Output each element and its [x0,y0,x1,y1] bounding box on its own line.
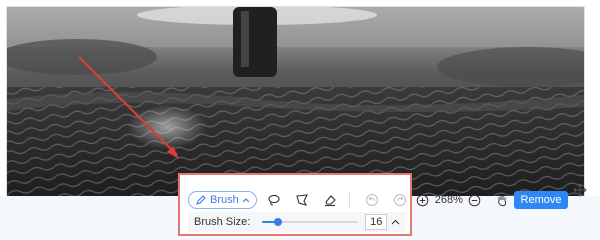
redo-button[interactable] [389,190,411,210]
zoom-out-button[interactable] [467,190,483,210]
brush-size-row: Brush Size: 16 [188,212,406,232]
lasso-button[interactable] [263,190,285,210]
beach-photo [7,7,584,197]
polygon-lasso-icon [296,194,308,206]
brush-icon [196,195,206,205]
hand-tool-button[interactable] [491,190,513,210]
zoom-level: 268% [434,194,463,206]
brush-label: Brush [210,194,239,206]
undo-icon [365,194,378,206]
brush-size-slider[interactable] [262,216,359,228]
slider-thumb[interactable] [273,218,282,226]
eraser-button[interactable] [319,190,341,210]
move-icon[interactable] [573,183,587,197]
zoom-in-button[interactable] [415,190,431,210]
brush-size-value[interactable]: 16 [365,214,388,230]
undo-button[interactable] [361,190,383,210]
chevron-up-icon [391,219,400,225]
brush-size-caret[interactable] [391,219,400,225]
eraser-icon [324,195,336,207]
toolbar-divider [348,193,350,207]
brush-size-label: Brush Size: [194,216,251,228]
image-canvas[interactable] [6,6,585,198]
polygon-lasso-button[interactable] [291,190,313,210]
lasso-icon [268,194,280,206]
chevron-up-icon [242,198,250,203]
zoom-in-icon [416,194,429,206]
tool-row: Brush 268% [188,190,513,210]
remove-button[interactable]: Remove [514,191,568,209]
hand-icon [497,195,506,207]
brush-button[interactable]: Brush [188,191,257,209]
redo-icon [393,194,406,206]
zoom-out-icon [469,194,481,206]
